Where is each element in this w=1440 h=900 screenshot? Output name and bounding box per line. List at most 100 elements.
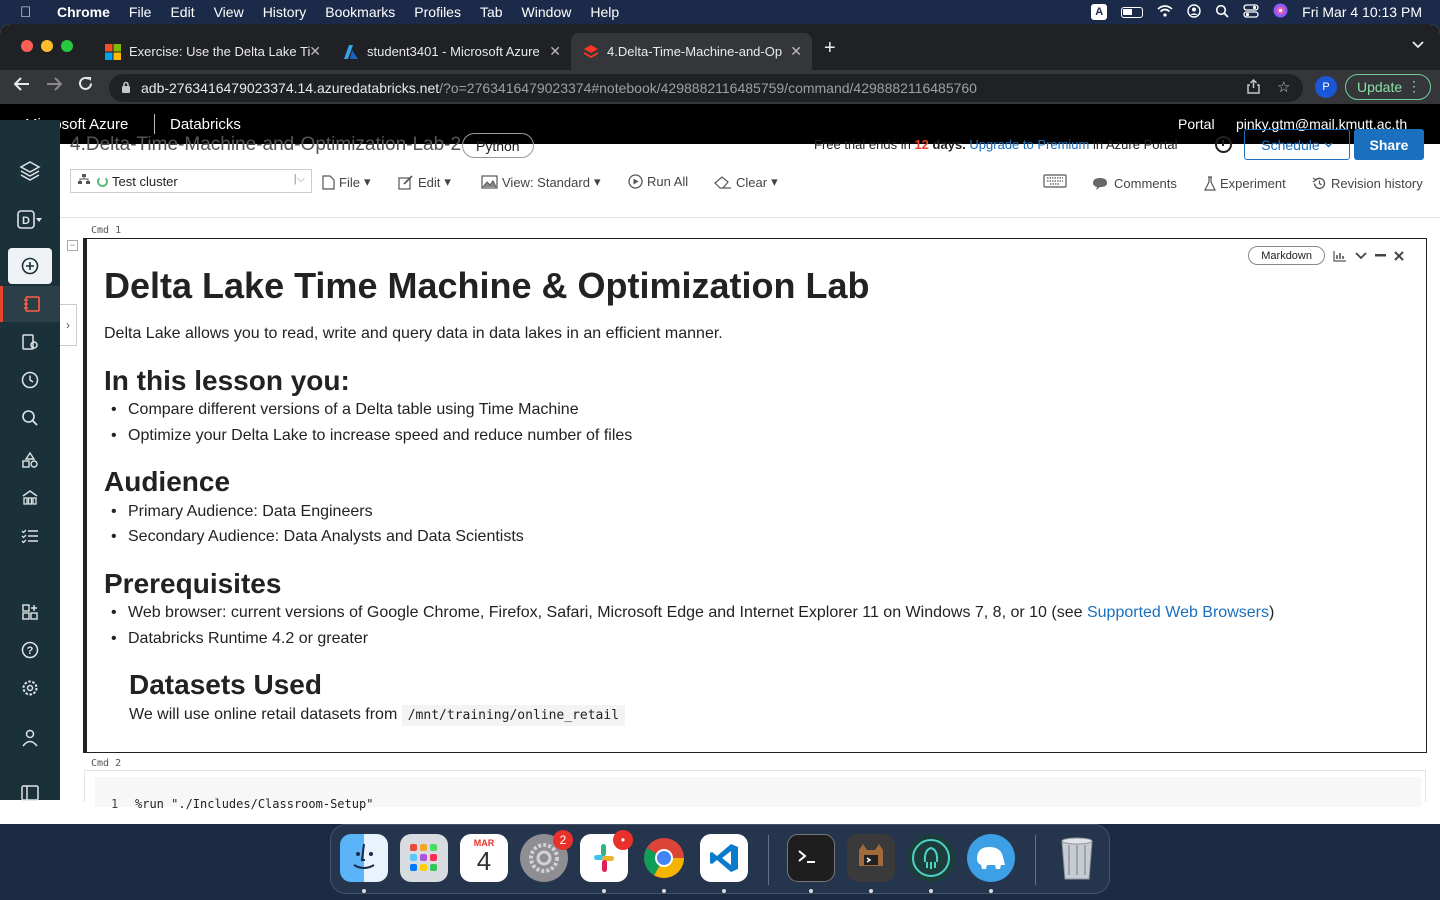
tab-search-chevron-icon[interactable]	[1412, 38, 1424, 52]
upgrade-premium-link[interactable]: Upgrade to Premium	[969, 137, 1089, 152]
more-menu-icon[interactable]: ⋮	[1407, 78, 1421, 95]
caret-icon: ▾	[363, 174, 371, 189]
databricks-product-name[interactable]: Databricks	[170, 116, 241, 133]
code-cell[interactable]: 1 %run "./Includes/Classroom-Setup"	[84, 770, 1426, 811]
terminal-icon[interactable]	[787, 834, 835, 882]
share-page-icon[interactable]	[1247, 78, 1260, 98]
spotlight-search-icon[interactable]	[1215, 4, 1229, 21]
launchpad-icon[interactable]	[400, 834, 448, 882]
run-all-button[interactable]: Run All	[628, 174, 688, 189]
edit-menu[interactable]: Edit ▾	[398, 174, 451, 190]
cell-type-badge[interactable]: Markdown	[1248, 246, 1325, 265]
create-plus-icon[interactable]	[8, 248, 52, 284]
forward-arrow-icon[interactable]	[46, 76, 63, 96]
menu-history[interactable]: History	[263, 4, 307, 20]
minimize-window-button[interactable]	[41, 40, 53, 52]
cluster-selector[interactable]: Test cluster |⌵	[70, 169, 312, 193]
back-arrow-icon[interactable]	[13, 76, 30, 96]
iterm-cat-icon[interactable]	[847, 834, 895, 882]
supported-browsers-link[interactable]: Supported Web Browsers	[1087, 604, 1269, 621]
experiment-button[interactable]: Experiment	[1204, 176, 1286, 191]
calendar-icon[interactable]: MAR 4	[460, 834, 508, 882]
schedule-clock-icon[interactable]	[1215, 136, 1232, 153]
menu-file[interactable]: File	[129, 4, 152, 20]
profile-avatar[interactable]: P	[1315, 76, 1337, 98]
menubar-clock[interactable]: Fri Mar 4 10:13 PM	[1302, 4, 1422, 20]
address-bar[interactable]: adb-2763416479023374.14.azuredatabricks.…	[109, 74, 1303, 102]
collapse-sidebar-icon[interactable]	[0, 775, 60, 811]
revision-history-button[interactable]: Revision history	[1312, 176, 1423, 191]
clear-menu[interactable]: Clear ▾	[714, 174, 778, 190]
keyboard-shortcuts-icon[interactable]	[1043, 174, 1067, 188]
siri-icon[interactable]	[1273, 3, 1288, 21]
control-center-icon[interactable]	[1243, 3, 1259, 21]
caret-icon: ▾	[593, 174, 601, 189]
menu-window[interactable]: Window	[522, 4, 572, 20]
menu-profiles[interactable]: Profiles	[414, 4, 461, 20]
persona-switcher-icon[interactable]: D	[0, 202, 60, 238]
minimize-cell-icon[interactable]	[1375, 254, 1386, 257]
notebook-language-badge[interactable]: Python	[462, 133, 534, 158]
schedule-button[interactable]: Schedule	[1244, 129, 1350, 160]
markdown-cell[interactable]: Markdown Delta Lake Time Machine & Optim…	[83, 238, 1427, 753]
help-icon[interactable]: ?	[0, 632, 60, 668]
compute-icon[interactable]	[0, 480, 60, 516]
portal-link[interactable]: Portal	[1178, 116, 1215, 132]
menu-tab[interactable]: Tab	[480, 4, 503, 20]
apple-icon[interactable]: 	[20, 4, 42, 21]
new-tab-icon[interactable]: +	[824, 37, 836, 60]
view-menu[interactable]: View: Standard ▾	[481, 174, 600, 190]
workspace-icon[interactable]	[0, 286, 60, 322]
repos-icon[interactable]	[0, 324, 60, 360]
bookmark-star-icon[interactable]: ☆	[1277, 78, 1290, 96]
clear-menu-label: Clear	[736, 174, 768, 190]
browser-tab-azure[interactable]: student3401 - Microsoft Azure ✕	[331, 33, 571, 70]
user-profile-icon[interactable]	[0, 720, 60, 756]
close-tab-icon[interactable]: ✕	[549, 43, 561, 60]
share-button[interactable]: Share	[1354, 129, 1424, 160]
menu-view[interactable]: View	[214, 4, 244, 20]
cell-command-label: Cmd 2	[91, 758, 122, 769]
search-icon[interactable]	[0, 400, 60, 436]
wifi-icon[interactable]	[1157, 4, 1173, 20]
lock-icon[interactable]	[121, 81, 131, 96]
browser-tab-notebook-active[interactable]: 4.Delta-Time-Machine-and-Op ✕	[571, 33, 812, 70]
menu-app-name[interactable]: Chrome	[57, 4, 110, 20]
close-tab-icon[interactable]: ✕	[790, 43, 802, 60]
chart-icon[interactable]	[1333, 250, 1347, 262]
chevron-down-icon	[1324, 142, 1333, 147]
close-tab-icon[interactable]: ✕	[309, 43, 321, 60]
chrome-icon[interactable]	[640, 834, 688, 882]
data-shapes-icon[interactable]	[0, 442, 60, 478]
menu-edit[interactable]: Edit	[170, 4, 194, 20]
code-editor[interactable]: 1 %run "./Includes/Classroom-Setup"	[95, 777, 1421, 811]
collapse-cell-icon[interactable]: −	[67, 240, 78, 251]
browser-toolbar: adb-2763416479023374.14.azuredatabricks.…	[0, 70, 1440, 104]
finder-icon[interactable]	[340, 834, 388, 882]
tableplus-elephant-icon[interactable]	[967, 834, 1015, 882]
gitkraken-icon[interactable]	[907, 834, 955, 882]
reload-icon[interactable]	[78, 76, 93, 96]
menu-bookmarks[interactable]: Bookmarks	[325, 4, 395, 20]
browser-tab-exercise[interactable]: Exercise: Use the Delta Lake Ti ✕	[93, 33, 331, 70]
file-menu[interactable]: File ▾	[322, 174, 370, 190]
vscode-icon[interactable]	[700, 834, 748, 882]
chevron-down-icon[interactable]	[1355, 251, 1367, 260]
notebook-title[interactable]: 4.Delta-Time-Machine-and-Optimization-La…	[70, 134, 461, 156]
zoom-window-button[interactable]	[61, 40, 73, 52]
menu-help[interactable]: Help	[590, 4, 619, 20]
settings-gear-icon[interactable]	[0, 670, 60, 706]
close-icon[interactable]	[1394, 250, 1404, 261]
trash-icon[interactable]	[1053, 834, 1101, 882]
layers-icon[interactable]	[0, 153, 60, 189]
jobs-list-icon[interactable]	[0, 518, 60, 554]
update-button[interactable]: Update ⋮	[1345, 74, 1431, 100]
close-window-button[interactable]	[21, 40, 33, 52]
input-source-icon[interactable]: A	[1091, 4, 1108, 20]
recents-clock-icon[interactable]	[0, 362, 60, 398]
partner-connect-icon[interactable]	[0, 594, 60, 630]
battery-icon[interactable]	[1121, 6, 1144, 18]
user-account-icon[interactable]	[1187, 3, 1201, 21]
comments-button[interactable]: Comments	[1092, 176, 1177, 191]
expand-panel-chevron-icon[interactable]: ›	[60, 304, 77, 346]
